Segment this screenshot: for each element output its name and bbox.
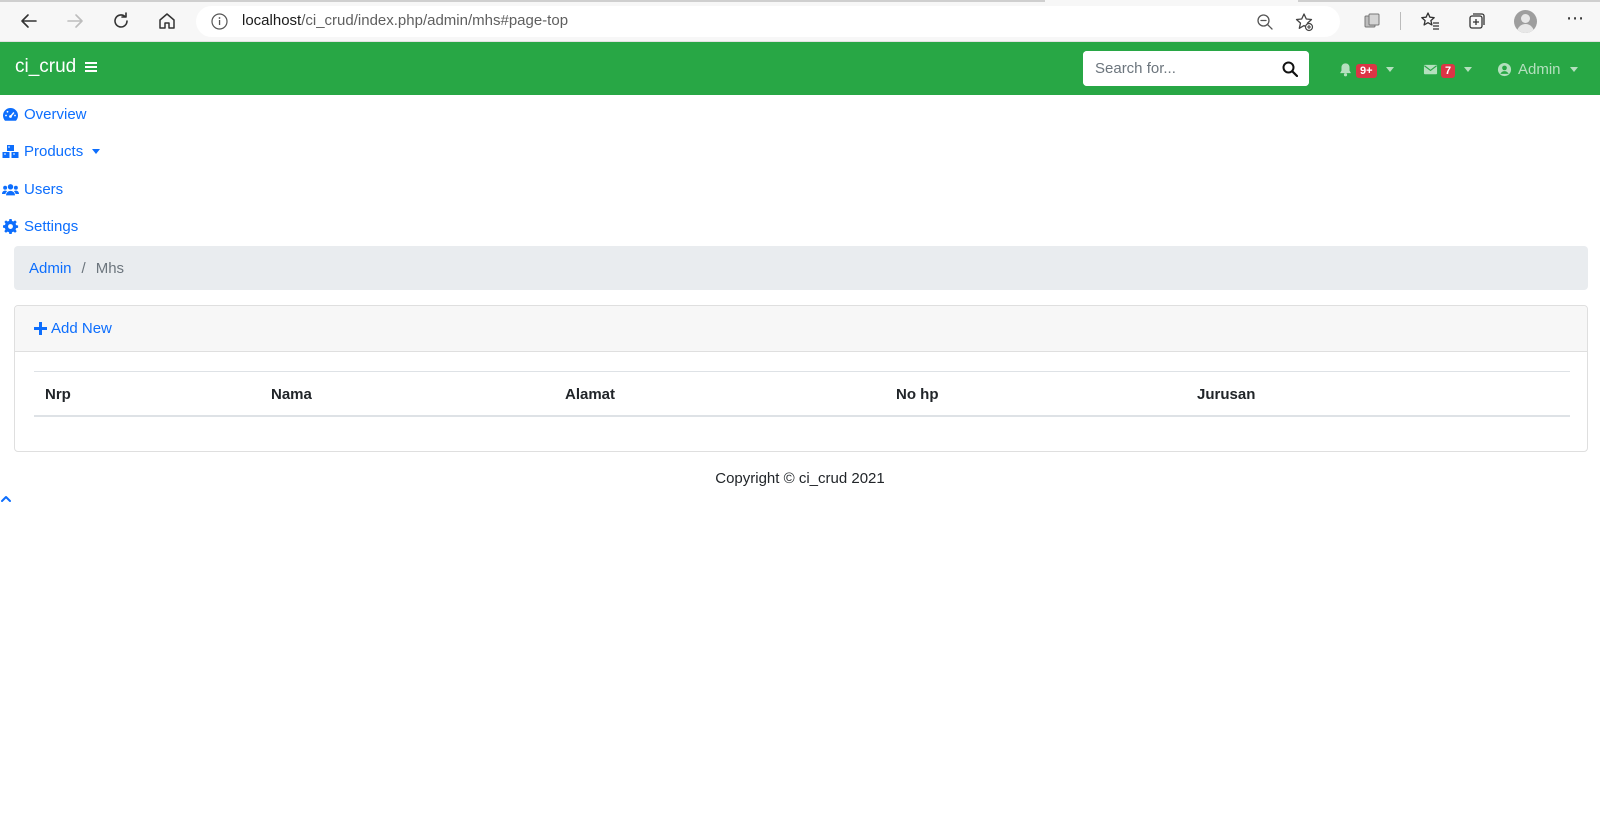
- brand-logo[interactable]: ci_crud: [15, 56, 76, 78]
- cog-icon: [3, 218, 19, 234]
- sidebar-item-products[interactable]: Products: [2, 140, 101, 162]
- search-button[interactable]: [1270, 51, 1309, 86]
- tab-strip-line: [1298, 0, 1600, 2]
- search-icon: [1282, 61, 1298, 77]
- messages-count-badge: 7: [1441, 64, 1456, 78]
- sidebar-item-settings[interactable]: Settings: [2, 215, 78, 237]
- column-header-alamat[interactable]: Alamat: [565, 386, 615, 403]
- chevron-down-icon: [1464, 66, 1473, 72]
- chevron-down-icon: [92, 148, 101, 154]
- sidebar-item-label: Settings: [24, 217, 79, 235]
- sidebar-item-users[interactable]: Users: [2, 178, 63, 200]
- user-name: Admin: [1518, 60, 1561, 78]
- arrow-right-icon: [67, 14, 83, 28]
- favorites-icon[interactable]: [1420, 11, 1440, 31]
- bell-icon: [1340, 62, 1351, 76]
- table-header-row: Nrp Nama Alamat No hp Jurusan: [34, 371, 1570, 417]
- more-menu-icon[interactable]: ⋯: [1566, 8, 1585, 29]
- add-new-label: Add New: [51, 320, 112, 337]
- data-card: Add New Nrp Nama Alamat No hp Jurusan: [14, 305, 1588, 452]
- data-table: Nrp Nama Alamat No hp Jurusan: [34, 371, 1570, 417]
- info-icon[interactable]: [211, 13, 228, 30]
- breadcrumb-separator: /: [81, 259, 86, 277]
- search-input[interactable]: [1083, 51, 1270, 86]
- messages-dropdown[interactable]: 7: [1423, 59, 1473, 79]
- back-button[interactable]: [14, 7, 44, 35]
- tab-strip-line: [0, 0, 1045, 2]
- top-navbar: ci_crud 9+ 7 Admin: [0, 42, 1600, 95]
- breadcrumb-link-admin[interactable]: Admin: [29, 260, 72, 277]
- sidebar-item-overview[interactable]: Overview: [2, 103, 87, 125]
- profile-avatar[interactable]: [1514, 10, 1537, 33]
- column-header-nama[interactable]: Nama: [271, 386, 312, 403]
- toolbar-separator: [1400, 12, 1401, 30]
- cubes-icon: [2, 144, 19, 158]
- sidebar-toggle-icon[interactable]: [83, 59, 99, 75]
- home-button[interactable]: [152, 7, 182, 35]
- add-favorite-icon[interactable]: [1294, 12, 1314, 32]
- navbar-search: [1083, 51, 1309, 86]
- forward-button[interactable]: [60, 7, 90, 35]
- chevron-down-icon: [1385, 66, 1394, 72]
- chevron-down-icon: [1569, 66, 1578, 72]
- sidebar-item-label: Products: [24, 142, 84, 160]
- browser-toolbar: localhost/ci_crud/index.php/admin/mhs#pa…: [0, 0, 1600, 42]
- column-header-no-hp[interactable]: No hp: [896, 386, 939, 403]
- column-header-jurusan[interactable]: Jurusan: [1197, 386, 1255, 403]
- collections-icon[interactable]: [1467, 11, 1487, 31]
- scroll-to-top-icon[interactable]: [0, 493, 12, 505]
- breadcrumb: Admin / Mhs: [14, 246, 1588, 290]
- user-dropdown[interactable]: Admin: [1497, 59, 1578, 79]
- refresh-button[interactable]: [106, 7, 136, 35]
- refresh-icon: [114, 12, 128, 28]
- alerts-count-badge: 9+: [1356, 64, 1377, 78]
- sidebar-item-label: Users: [24, 180, 64, 198]
- user-circle-icon: [1497, 62, 1512, 76]
- extensions-icon[interactable]: [1362, 11, 1382, 31]
- breadcrumb-current: Mhs: [95, 259, 125, 277]
- url-path: /ci_crud/index.php/admin/mhs#page-top: [301, 12, 569, 29]
- column-header-nrp[interactable]: Nrp: [45, 386, 71, 403]
- alerts-dropdown[interactable]: 9+: [1338, 59, 1394, 79]
- arrow-left-icon: [21, 14, 37, 28]
- envelope-icon: [1423, 64, 1438, 74]
- zoom-out-icon[interactable]: [1256, 13, 1274, 31]
- url-text[interactable]: localhost/ci_crud/index.php/admin/mhs#pa…: [242, 12, 568, 29]
- home-icon: [159, 13, 175, 29]
- footer-copyright: Copyright © ci_crud 2021: [715, 470, 885, 487]
- card-header: Add New: [15, 306, 1587, 352]
- tachometer-icon: [3, 107, 18, 121]
- plus-icon: [34, 322, 47, 335]
- address-bar[interactable]: localhost/ci_crud/index.php/admin/mhs#pa…: [196, 6, 1340, 37]
- add-new-button[interactable]: Add New: [34, 320, 112, 337]
- sidebar-item-label: Overview: [24, 105, 87, 123]
- users-icon: [2, 183, 19, 195]
- url-host: localhost: [242, 12, 302, 29]
